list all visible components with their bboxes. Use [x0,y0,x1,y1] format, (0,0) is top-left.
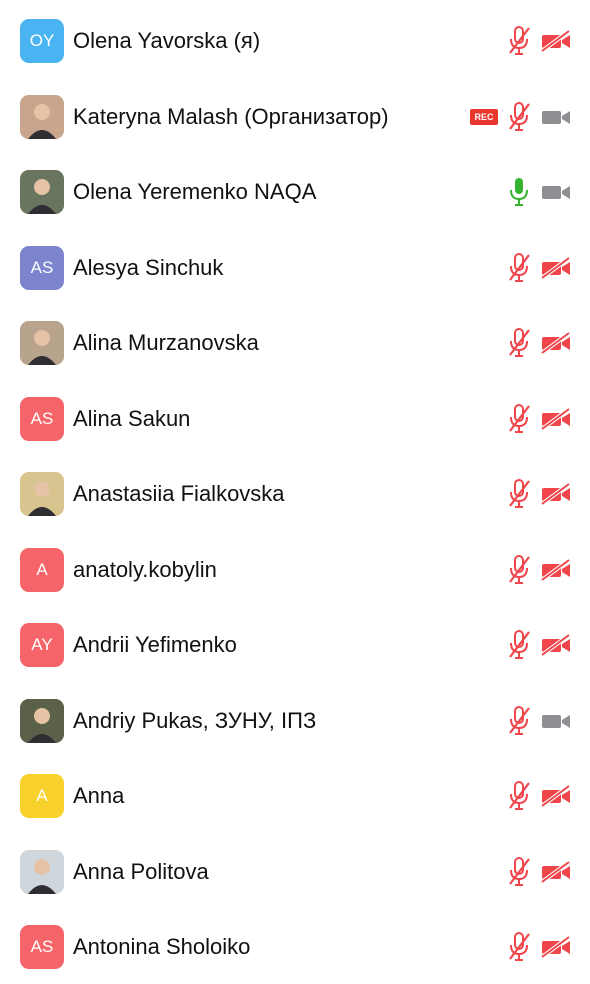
avatar: AS [20,245,64,290]
participant-row[interactable]: AS Alina Sakun [0,381,590,456]
avatar: A [20,547,64,592]
participant-row[interactable]: AS Alesya Sinchuk [0,230,590,305]
avatar: AY [20,623,64,667]
mic-muted-icon[interactable] [506,252,532,284]
participant-row[interactable]: Anna Politova [0,834,590,909]
camera-off-icon[interactable] [540,557,572,582]
camera-off-icon[interactable] [540,331,572,355]
camera-off-icon[interactable] [540,406,572,431]
mic-muted-icon[interactable] [506,25,532,57]
avatar-initials: AS [30,937,54,956]
participant-row[interactable]: Olena Yeremenko NAQA [0,154,590,229]
participant-name: Kateryna Malash (Организатор) [73,103,389,129]
avatar-photo [20,849,64,894]
mic-muted-icon[interactable] [506,478,532,510]
avatar-initials: A [36,786,48,805]
avatar: OY [20,19,64,63]
participant-name: Anna [73,783,125,808]
participant-name: Anna Politova [73,858,209,884]
mic-muted-icon[interactable] [506,101,532,133]
participant-row[interactable]: Alina Murzanovska [0,305,590,380]
participant-name: Olena Yeremenko NAQA [73,179,317,204]
avatar: AS [20,396,64,441]
avatar-initials: AS [30,408,54,428]
camera-off-icon[interactable] [540,859,572,884]
participant-row[interactable]: A Anna [0,758,590,833]
mic-muted-icon[interactable] [506,705,532,737]
camera-on-icon[interactable] [540,180,572,204]
participant-name: Andrii Yefimenko [73,632,237,657]
mic-muted-icon[interactable] [506,856,532,888]
mic-muted-icon[interactable] [506,629,532,661]
participant-row[interactable]: Anastasiia Fialkovska [0,456,590,531]
participant-row[interactable]: Kateryna Malash (Организатор) REC [0,79,590,154]
mic-muted-icon[interactable] [506,327,532,359]
recording-badge: REC [470,108,498,125]
camera-on-icon[interactable] [540,709,572,733]
participant-name: Anastasiia Fialkovska [73,481,285,506]
avatar-photo [20,472,64,516]
avatar-photo [20,170,64,214]
avatar: AS [20,925,64,969]
mic-muted-icon[interactable] [506,780,532,812]
avatar-photo [20,321,64,365]
camera-off-icon[interactable] [540,255,572,280]
camera-off-icon[interactable] [540,784,572,808]
avatar: A [20,774,64,818]
participant-row[interactable]: OY Olena Yavorska (я) [0,3,590,78]
participant-row[interactable]: AS Antonina Sholoiko [0,909,590,984]
avatar-initials: AY [31,635,53,654]
camera-off-icon[interactable] [540,633,572,657]
mic-muted-icon[interactable] [506,403,532,435]
avatar-photo [20,698,64,743]
camera-off-icon[interactable] [540,935,572,959]
avatar-initials: A [36,559,48,579]
participant-name: Olena Yavorska (я) [73,28,261,53]
participant-row[interactable]: Andriy Pukas, ЗУНУ, ІПЗ [0,683,590,758]
participant-name: anatoly.kobylin [73,556,217,582]
participant-name: Alesya Sinchuk [73,254,224,280]
mic-muted-icon[interactable] [506,931,532,963]
participant-name: Alina Murzanovska [73,330,259,355]
participant-name: Antonina Sholoiko [73,934,251,959]
participant-name: Andriy Pukas, ЗУНУ, ІПЗ [73,707,317,733]
avatar-photo [20,94,64,139]
camera-off-icon[interactable] [540,29,572,53]
participant-row[interactable]: AY Andrii Yefimenko [0,607,590,682]
mic-muted-icon[interactable] [506,554,532,586]
camera-off-icon[interactable] [540,482,572,506]
avatar-initials: OY [29,31,55,50]
avatar-initials: AS [30,257,54,277]
camera-on-icon[interactable] [540,105,572,129]
mic-on-icon[interactable] [506,176,532,208]
participant-name: Alina Sakun [73,405,191,431]
participant-row[interactable]: Aanatoly.kobylin [0,532,590,607]
